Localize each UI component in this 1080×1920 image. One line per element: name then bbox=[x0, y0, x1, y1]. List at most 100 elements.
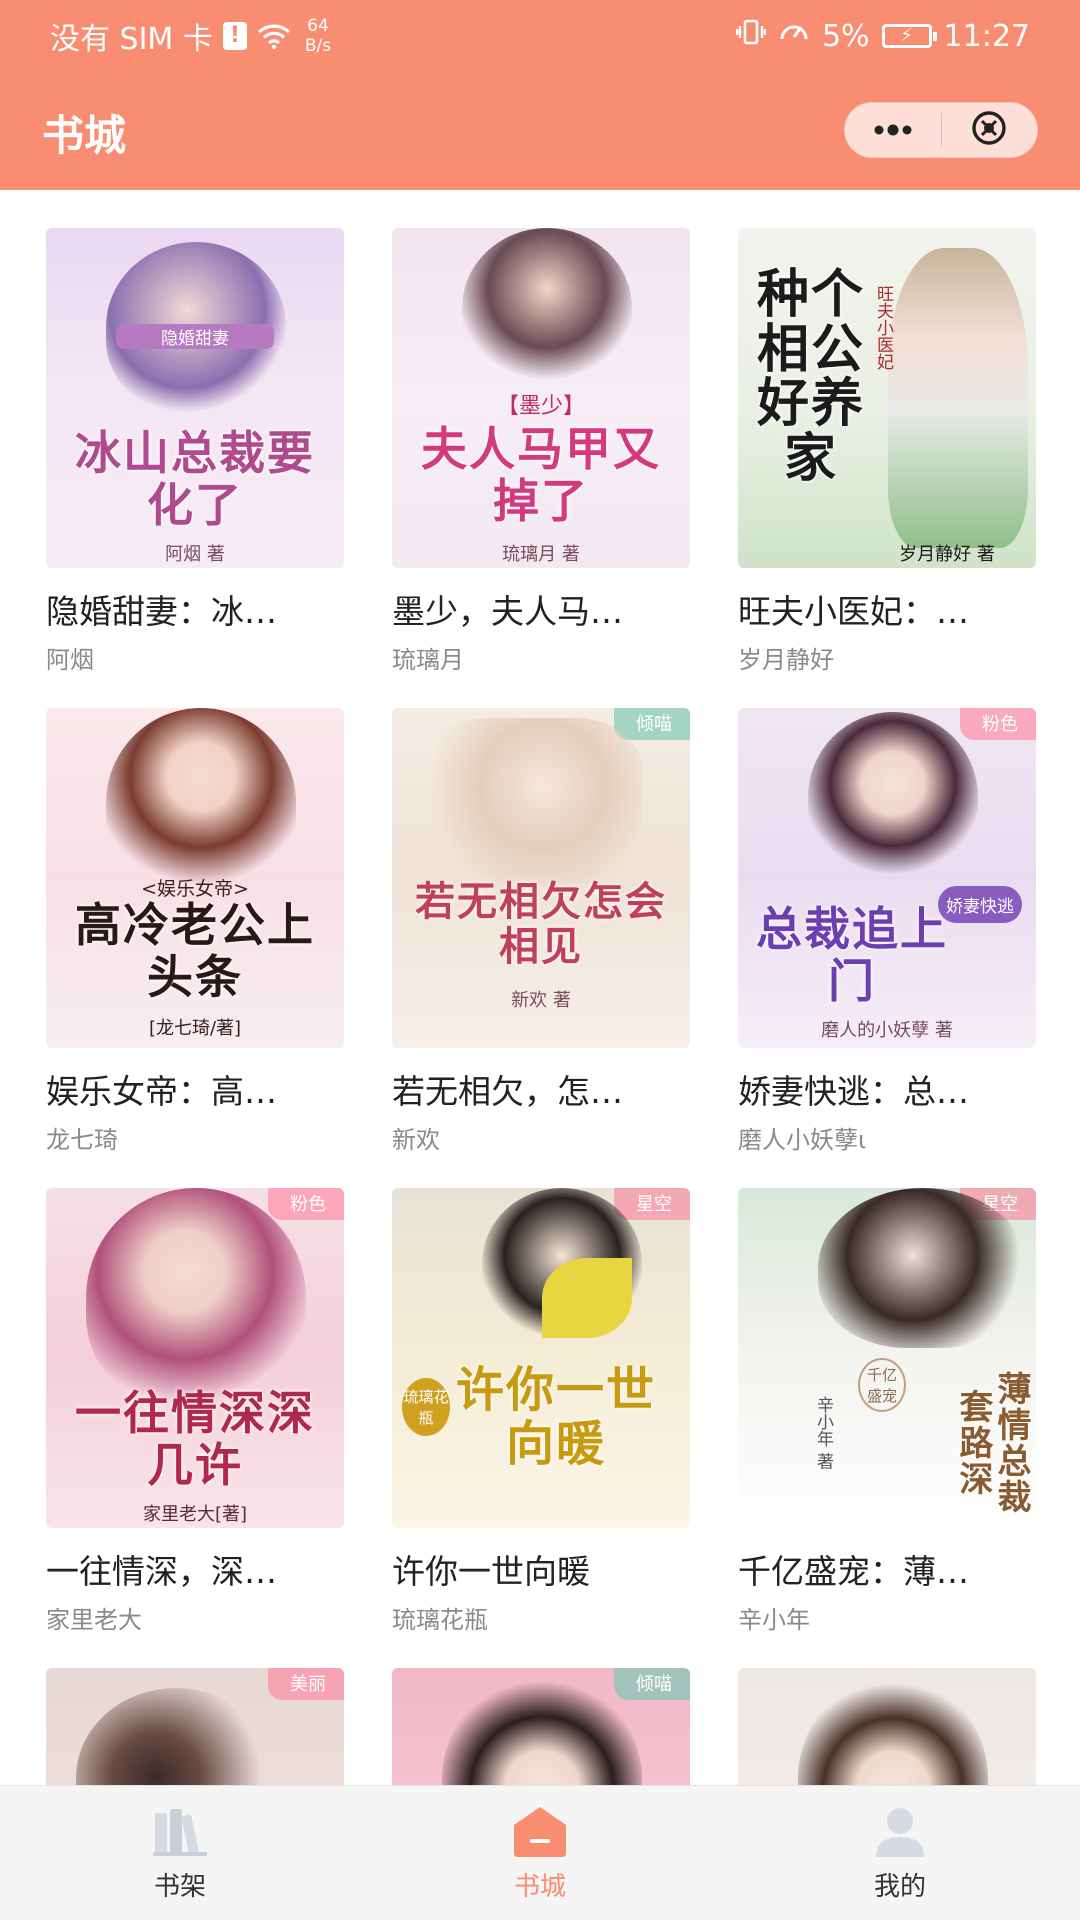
cover-tag: 倾喵 bbox=[614, 1668, 690, 1700]
tab-bookshelf[interactable]: 书架 bbox=[0, 1786, 360, 1920]
network-speed-value: 64 bbox=[307, 15, 329, 36]
cover-title: 薄情总裁套路深 bbox=[952, 1371, 1031, 1515]
tab-label: 我的 bbox=[873, 1872, 926, 1902]
mini-program-capsule bbox=[844, 102, 1038, 158]
book-cover: <娱乐女帝> 高冷老公上头条 [龙七琦/著] bbox=[46, 708, 344, 1048]
cover-illustration bbox=[76, 1688, 276, 1785]
book-card[interactable]: 【墨少】 夫人马甲又掉了 琉璃月 著 墨少，夫人马… 琉璃月 bbox=[392, 228, 690, 676]
cover-author: 辛小年 著 bbox=[813, 1396, 833, 1470]
more-button[interactable] bbox=[845, 103, 941, 157]
cover-author: 琉璃月 著 bbox=[502, 544, 580, 565]
book-cover: 粉色 一往情深深几许 家里老大[著] bbox=[46, 1188, 344, 1528]
book-cover: 隐婚甜妻 冰山总裁要化了 阿烟 著 bbox=[46, 228, 344, 568]
book-card[interactable]: 星空 千亿盛宠 薄情总裁套路深 辛小年 著 千亿盛宠：薄… 辛小年 bbox=[738, 1188, 1036, 1636]
cover-series: <娱乐女帝> bbox=[141, 878, 249, 900]
book-cover: 倾喵 若无相欠怎会相见 新欢 著 bbox=[392, 708, 690, 1048]
cover-illustration bbox=[808, 712, 978, 882]
cover-title: 冰山总裁要化了 bbox=[75, 426, 315, 532]
cover-title: 种个相公好养家 bbox=[756, 265, 865, 489]
cover-illustration bbox=[106, 708, 296, 898]
book-cover: 【墨少】 夫人马甲又掉了 琉璃月 著 bbox=[392, 228, 690, 568]
cover-illustration bbox=[422, 718, 642, 888]
tab-label: 书城 bbox=[513, 1872, 566, 1902]
book-grid: 隐婚甜妻 冰山总裁要化了 阿烟 著 隐婚甜妻：冰… 阿烟 【墨少】 夫人马甲又掉… bbox=[0, 190, 1080, 1785]
close-button[interactable] bbox=[942, 103, 1038, 157]
battery-percent: 5% bbox=[821, 18, 870, 54]
sim-alert-icon: ! bbox=[222, 22, 247, 50]
cover-author: 磨人的小妖孽 著 bbox=[821, 1020, 953, 1041]
cover-author: 岁月静好 著 bbox=[899, 544, 995, 565]
book-cover: 星空 千亿盛宠 薄情总裁套路深 辛小年 著 bbox=[738, 1188, 1036, 1528]
cover-title: 高冷老公上头条 bbox=[75, 898, 315, 1004]
cover-title: 夫人马甲又掉了 bbox=[421, 422, 661, 528]
cover-illustration bbox=[462, 228, 632, 388]
cover-title: 总裁追上门 bbox=[756, 902, 948, 1008]
book-title: 许你一世向暖 bbox=[392, 1552, 590, 1591]
book-author: 龙七琦 bbox=[46, 1126, 118, 1154]
book-card[interactable]: 美丽 bbox=[46, 1668, 344, 1785]
cover-series: 隐婚甜妻 bbox=[116, 324, 274, 349]
book-author: 琉璃花瓶 bbox=[392, 1606, 488, 1634]
bottom-tab-bar: 书架 书城 我的 bbox=[0, 1785, 1080, 1920]
book-author: 阿烟 bbox=[46, 646, 94, 674]
cover-illustration bbox=[888, 248, 1028, 548]
cover-illustration bbox=[442, 1678, 642, 1785]
carrier-text: 没有 SIM 卡 bbox=[50, 22, 213, 57]
book-author: 新欢 bbox=[392, 1126, 440, 1154]
book-title: 娱乐女帝：高… bbox=[46, 1072, 277, 1111]
close-circle-icon bbox=[970, 109, 1008, 151]
cover-author: 阿烟 著 bbox=[165, 544, 225, 565]
book-cover: 粉色 娇妻快逃 总裁追上门 磨人的小妖孽 著 bbox=[738, 708, 1036, 1048]
book-card[interactable]: 粉色 一往情深深几许 家里老大[著] 一往情深，深… 家里老大 bbox=[46, 1188, 344, 1636]
book-card[interactable]: 粉色 娇妻快逃 总裁追上门 磨人的小妖孽 著 娇妻快逃：总… 磨人小妖孽ι bbox=[738, 708, 1036, 1156]
book-title: 旺夫小医妃：… bbox=[738, 592, 969, 631]
cover-series: 【墨少】 bbox=[496, 394, 585, 419]
book-title: 一往情深，深… bbox=[46, 1552, 277, 1591]
cover-title: 许你一世向暖 bbox=[455, 1362, 656, 1472]
book-card[interactable]: 倾喵 bbox=[392, 1668, 690, 1785]
cover-tag: 美丽 bbox=[268, 1668, 344, 1700]
book-card[interactable]: 倾喵 若无相欠怎会相见 新欢 著 若无相欠，怎… 新欢 bbox=[392, 708, 690, 1156]
cover-illustration bbox=[86, 1188, 306, 1408]
book-card[interactable]: 旺夫小医妃 种个相公好养家 岁月静好 著 旺夫小医妃：… 岁月静好 bbox=[738, 228, 1036, 676]
book-card[interactable]: 隐婚甜妻 冰山总裁要化了 阿烟 著 隐婚甜妻：冰… 阿烟 bbox=[46, 228, 344, 676]
book-cover: 星空 琉璃花瓶 许你一世向暖 bbox=[392, 1188, 690, 1528]
more-dots-icon bbox=[871, 121, 915, 140]
cover-illustration bbox=[798, 1678, 988, 1785]
cover-author: [龙七琦/著] bbox=[148, 1018, 242, 1039]
cover-title: 一往情深深几许 bbox=[75, 1386, 315, 1492]
book-author: 辛小年 bbox=[738, 1606, 810, 1634]
bookshelf-icon bbox=[151, 1804, 209, 1860]
wifi-icon bbox=[257, 22, 291, 50]
book-author: 磨人小妖孽ι bbox=[738, 1126, 867, 1154]
book-title: 娇妻快逃：总… bbox=[738, 1072, 969, 1111]
book-title: 若无相欠，怎… bbox=[392, 1072, 623, 1111]
book-author: 琉璃月 bbox=[392, 646, 464, 674]
network-speed-unit: B/s bbox=[304, 35, 332, 56]
cover-title: 若无相欠怎会相见 bbox=[415, 879, 667, 970]
status-bar: 没有 SIM 卡 ! 64 B/s 5% ⚡ 11:27 bbox=[0, 0, 1080, 72]
book-card[interactable]: <娱乐女帝> 高冷老公上头条 [龙七琦/著] 娱乐女帝：高… 龙七琦 bbox=[46, 708, 344, 1156]
cover-author: 新欢 著 bbox=[511, 990, 571, 1011]
status-left: 没有 SIM 卡 ! 64 B/s bbox=[50, 14, 331, 58]
battery-charging-icon: ⚡ bbox=[881, 24, 937, 48]
book-author: 岁月静好 bbox=[738, 646, 834, 674]
book-author: 家里老大 bbox=[46, 1606, 142, 1634]
status-right: 5% ⚡ 11:27 bbox=[735, 14, 1030, 58]
cover-author: 家里老大[著] bbox=[142, 1504, 248, 1525]
book-card[interactable] bbox=[738, 1668, 1036, 1785]
book-cover: 旺夫小医妃 种个相公好养家 岁月静好 著 bbox=[738, 228, 1036, 568]
user-profile-icon bbox=[871, 1804, 929, 1860]
tab-bookstore[interactable]: 书城 bbox=[360, 1786, 720, 1920]
cover-tag: 粉色 bbox=[268, 1188, 344, 1220]
cover-tag: 星空 bbox=[614, 1188, 690, 1220]
tab-profile[interactable]: 我的 bbox=[720, 1786, 1080, 1920]
bookstore-house-icon bbox=[511, 1804, 569, 1860]
data-saver-icon bbox=[778, 17, 810, 55]
book-title: 千亿盛宠：薄… bbox=[738, 1552, 969, 1591]
page-title: 书城 bbox=[42, 111, 127, 160]
vibrate-icon bbox=[735, 17, 767, 55]
book-card[interactable]: 星空 琉璃花瓶 许你一世向暖 许你一世向暖 琉璃花瓶 bbox=[392, 1188, 690, 1636]
leaf-illustration bbox=[542, 1258, 632, 1338]
book-title: 墨少，夫人马… bbox=[392, 592, 623, 631]
